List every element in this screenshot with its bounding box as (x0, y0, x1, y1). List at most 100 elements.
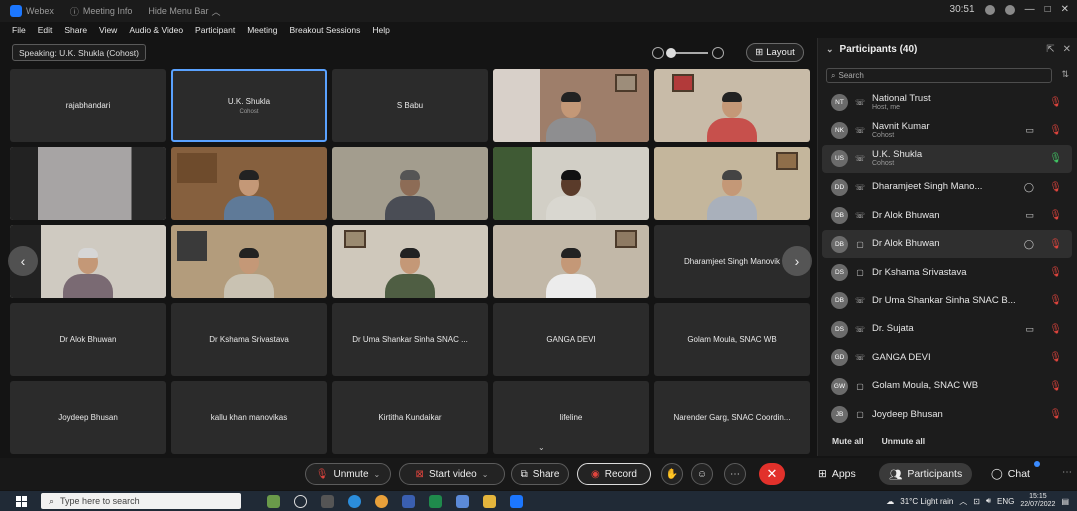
video-tile[interactable]: rajabhandari (10, 69, 166, 142)
video-tile[interactable]: lifeline (493, 381, 649, 454)
chrome-icon[interactable] (375, 494, 388, 508)
apps-button[interactable]: ⊞ Apps (818, 463, 856, 485)
participant-row[interactable]: GW ▢ Golam Moula, SNAC WB 🎙︎ (822, 372, 1072, 400)
photos-icon[interactable] (456, 494, 469, 508)
status-icon[interactable] (984, 4, 995, 15)
participant-search-input[interactable]: ⌕ Search (826, 68, 1052, 83)
more-icon[interactable]: ⋯ (1062, 467, 1072, 478)
chevron-down-icon[interactable]: ⌄ (374, 470, 381, 479)
unmute-button[interactable]: 🎙︎ Unmute ⌄ (305, 463, 391, 485)
video-tile[interactable]: GANGA DEVI (493, 303, 649, 376)
leave-meeting-button[interactable]: ✕ (759, 463, 785, 485)
network-icon[interactable]: ⊡ (973, 497, 980, 506)
previous-page-arrow-icon[interactable]: ‹ (8, 246, 38, 276)
menu-file[interactable]: File (12, 25, 26, 35)
muted-mic-icon[interactable]: 🎙︎ (1049, 125, 1062, 136)
start-video-button[interactable]: ⊠ Start video ⌄ (399, 463, 505, 485)
video-tile[interactable]: Dr Kshama Srivastava (171, 303, 327, 376)
notifications-icon[interactable]: ▤ (1061, 497, 1069, 506)
muted-mic-icon[interactable]: 🎙︎ (1049, 97, 1062, 108)
news-widget-icon[interactable] (267, 494, 280, 508)
video-tile[interactable]: Joydeep Bhusan (10, 381, 166, 454)
video-feed[interactable] (493, 225, 649, 298)
participant-row[interactable]: DB ☏ Dr Uma Shankar Sinha SNAC B... 🎙︎ (822, 287, 1072, 315)
menu-meeting[interactable]: Meeting (247, 25, 277, 35)
hide-menu-bar-button[interactable]: Hide Menu Bar ︿ (148, 5, 220, 18)
video-feed[interactable] (171, 225, 327, 298)
chevron-down-icon[interactable]: ⌄ (538, 443, 545, 452)
zoom-control[interactable] (652, 44, 742, 61)
participant-row[interactable]: DD ☏ Dharamjeet Singh Mano... ◯ 🎙︎ (822, 173, 1072, 201)
chat-button[interactable]: ◯ Chat (991, 463, 1030, 485)
muted-mic-icon[interactable]: 🎙︎ (1049, 324, 1062, 335)
muted-mic-icon[interactable]: 🎙︎ (1049, 381, 1062, 392)
chevron-down-icon[interactable]: ⌄ (826, 44, 834, 55)
settings-icon[interactable] (1004, 4, 1015, 15)
video-feed[interactable] (171, 147, 327, 220)
video-feed[interactable] (332, 225, 488, 298)
muted-mic-icon[interactable]: 🎙︎ (1049, 409, 1062, 420)
zoom-out-icon[interactable] (652, 46, 664, 59)
record-button[interactable]: ◉ Record (577, 463, 651, 485)
chevron-down-icon[interactable]: ⌄ (482, 470, 489, 479)
close-panel-icon[interactable]: ✕ (1063, 44, 1071, 55)
zoom-in-icon[interactable] (712, 46, 724, 59)
participants-button[interactable]: 👥︎ Participants (879, 463, 973, 485)
layout-button[interactable]: ⊞ Layout (746, 43, 804, 62)
close-icon[interactable]: ✕ (1061, 4, 1069, 15)
video-tile[interactable]: Narender Garg, SNAC Coordin... (654, 381, 810, 454)
video-feed[interactable] (493, 69, 649, 142)
menu-audio-video[interactable]: Audio & Video (129, 25, 183, 35)
zoom-slider[interactable] (666, 47, 708, 58)
sort-icon[interactable]: ⇅ (1061, 69, 1069, 80)
participant-row[interactable]: DB ▢ Dr Alok Bhuwan ◯ 🎙︎ (822, 229, 1072, 259)
share-button[interactable]: ⧉ Share (511, 463, 569, 485)
edge-icon[interactable] (348, 494, 361, 508)
minimize-icon[interactable]: — (1025, 4, 1035, 15)
mute-all-button[interactable]: Mute all (832, 436, 864, 446)
participant-row[interactable]: NT ☏ National Trust Host, me 🎙︎ (822, 88, 1072, 116)
video-tile-active-speaker[interactable]: U.K. Shukla Cohost (171, 69, 327, 142)
video-tile[interactable]: Dr Uma Shankar Sinha SNAC ... (332, 303, 488, 376)
menu-view[interactable]: View (99, 25, 117, 35)
muted-mic-icon[interactable]: 🎙︎ (1049, 267, 1062, 278)
reactions-icon[interactable]: ☺ (691, 463, 713, 485)
participant-row[interactable]: JB ▢ Joydeep Bhusan 🎙︎ (822, 400, 1072, 428)
muted-mic-icon[interactable]: 🎙︎ (1049, 295, 1062, 306)
muted-mic-icon[interactable]: 🎙︎ (1049, 352, 1062, 363)
video-feed[interactable] (332, 147, 488, 220)
active-mic-icon[interactable]: 🎙︎ (1049, 153, 1062, 164)
meeting-info-button[interactable]: ⓘ Meeting Info (70, 5, 133, 18)
file-explorer-icon[interactable] (483, 494, 496, 508)
maximize-icon[interactable]: □ (1045, 4, 1051, 15)
next-page-arrow-icon[interactable]: › (782, 246, 812, 276)
muted-mic-icon[interactable]: 🎙︎ (1049, 182, 1062, 193)
menu-breakout-sessions[interactable]: Breakout Sessions (289, 25, 360, 35)
weather-text[interactable]: 31°C Light rain (900, 497, 953, 506)
volume-icon[interactable]: 🔊︎ (986, 496, 991, 506)
popout-icon[interactable]: ⇱ (1046, 44, 1054, 55)
participant-row[interactable]: NK ☏ Navnit Kumar Cohost ▭ 🎙︎ (822, 116, 1072, 144)
video-feed[interactable] (654, 69, 810, 142)
cortana-icon[interactable] (294, 494, 307, 508)
chevron-up-icon[interactable]: ︿ (959, 496, 967, 507)
language-indicator[interactable]: ENG (997, 497, 1014, 506)
video-tile[interactable]: Dr Alok Bhuwan (10, 303, 166, 376)
video-feed[interactable] (654, 147, 810, 220)
taskbar-search-input[interactable]: ⌕ Type here to search (41, 493, 241, 509)
video-tile[interactable]: S Babu (332, 69, 488, 142)
participant-row[interactable]: DB ☏ Dr Alok Bhuwan ▭ 🎙︎ (822, 202, 1072, 230)
muted-mic-icon[interactable]: 🎙︎ (1049, 210, 1062, 221)
video-tile[interactable]: Golam Moula, SNAC WB (654, 303, 810, 376)
more-options-icon[interactable]: ⋯ (724, 463, 746, 485)
video-feed[interactable] (10, 147, 166, 220)
mail-icon[interactable] (402, 494, 415, 508)
menu-share[interactable]: Share (64, 25, 87, 35)
video-tile[interactable]: Kirtitha Kundaikar (332, 381, 488, 454)
task-view-icon[interactable] (321, 494, 334, 508)
participant-row[interactable]: DS ☏ Dr. Sujata ▭ 🎙︎ (822, 315, 1072, 343)
menu-participant[interactable]: Participant (195, 25, 235, 35)
zoom-slider-knob[interactable] (666, 47, 676, 58)
participant-row[interactable]: US ☏ U.K. Shukla Cohost 🎙︎ (822, 144, 1072, 174)
muted-mic-icon[interactable]: 🎙︎ (1049, 239, 1062, 250)
